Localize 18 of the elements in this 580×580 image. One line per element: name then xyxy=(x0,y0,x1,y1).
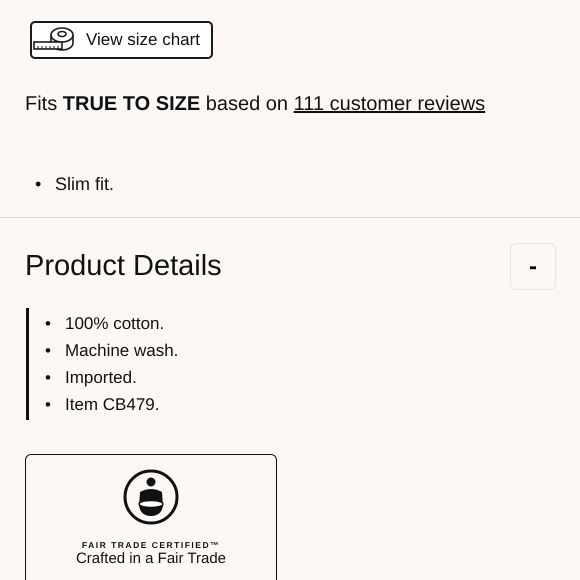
detail-item: 100% cotton. xyxy=(65,313,164,335)
list-bullet: • xyxy=(45,313,52,335)
list-bullet: • xyxy=(35,174,42,195)
fit-note: Slim fit. xyxy=(55,174,114,195)
list-bullet: • xyxy=(45,394,52,416)
certification-text: Crafted in a Fair Trade xyxy=(76,550,226,568)
detail-item: Item CB479. xyxy=(65,394,160,416)
fair-trade-logo-icon xyxy=(122,468,180,526)
list-bullet: • xyxy=(45,340,52,362)
reviews-link[interactable]: 111 customer reviews xyxy=(294,93,486,115)
size-chart-button[interactable]: View size chart xyxy=(30,21,213,59)
detail-item: Machine wash. xyxy=(65,340,178,362)
collapse-button[interactable]: - xyxy=(510,243,556,290)
certification-label: FAIR TRADE CERTIFIED™ xyxy=(82,540,220,550)
list-bullet: • xyxy=(45,367,52,389)
detail-item: Imported. xyxy=(65,367,137,389)
fit-summary: Fits TRUE TO SIZE based on 111 customer reviews xyxy=(25,93,486,116)
section-title: Product Details xyxy=(25,250,222,283)
